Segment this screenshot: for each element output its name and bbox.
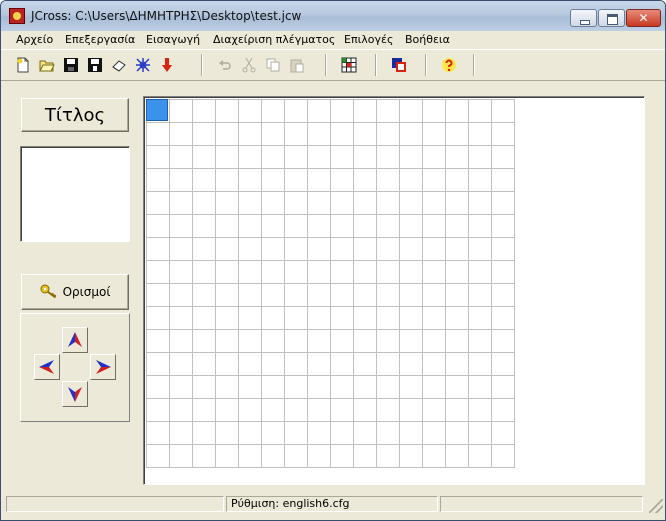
toolbar-separator bbox=[375, 54, 377, 76]
app-icon[interactable] bbox=[9, 8, 25, 24]
minimize-icon bbox=[571, 10, 596, 26]
toolbar-separator bbox=[425, 54, 427, 76]
status-pane-right bbox=[440, 496, 643, 512]
new-file-icon bbox=[17, 57, 29, 73]
menu-file[interactable]: Αρχείο bbox=[16, 33, 53, 46]
crossword-grid[interactable] bbox=[146, 99, 515, 468]
arrow-down-icon bbox=[68, 387, 82, 402]
toolbar-separator bbox=[201, 54, 203, 76]
left-panel: Τίτλος Ορισμοί bbox=[1, 81, 141, 491]
menu-help[interactable]: Βοήθεια bbox=[405, 33, 450, 46]
resize-grip[interactable] bbox=[649, 499, 663, 513]
copy-icon bbox=[266, 58, 280, 72]
cut-icon bbox=[242, 57, 256, 73]
undo-icon bbox=[219, 60, 231, 70]
toolbar-separator bbox=[325, 54, 327, 76]
arrow-right-icon bbox=[96, 360, 111, 374]
undo-button[interactable] bbox=[215, 55, 235, 75]
open-folder-icon bbox=[39, 60, 55, 72]
window-title: JCross: C:\Users\ΔΗΜΗΤΡΗΣ\Desktop\test.j… bbox=[31, 9, 302, 23]
key-icon bbox=[40, 284, 56, 299]
paste-button[interactable] bbox=[287, 55, 307, 75]
colors-button[interactable] bbox=[389, 55, 409, 75]
menu-edit[interactable]: Επεξεργασία bbox=[65, 33, 135, 46]
maximize-icon bbox=[599, 10, 624, 26]
open-button[interactable] bbox=[37, 55, 57, 75]
close-icon: ✕ bbox=[638, 11, 649, 25]
arrow-left-icon bbox=[39, 360, 54, 374]
close-button[interactable]: ✕ bbox=[626, 9, 661, 27]
clear-button[interactable] bbox=[109, 55, 129, 75]
web-export-button[interactable] bbox=[133, 55, 153, 75]
menu-insert[interactable]: Εισαγωγή bbox=[146, 33, 200, 46]
maximize-button[interactable] bbox=[598, 9, 625, 27]
save-button[interactable] bbox=[61, 55, 81, 75]
crossword-canvas[interactable] bbox=[143, 96, 645, 485]
grid-icon bbox=[341, 57, 357, 73]
status-pane-left bbox=[6, 496, 224, 512]
copy-button[interactable] bbox=[263, 55, 283, 75]
eraser-icon bbox=[112, 60, 126, 72]
app-window: JCross: C:\Users\ΔΗΜΗΤΡΗΣ\Desktop\test.j… bbox=[0, 0, 666, 521]
help-icon bbox=[442, 58, 456, 72]
title-bar[interactable]: JCross: C:\Users\ΔΗΜΗΤΡΗΣ\Desktop\test.j… bbox=[1, 1, 665, 32]
definitions-button[interactable]: Ορισμοί bbox=[21, 274, 129, 310]
title-button[interactable]: Τίτλος bbox=[21, 98, 129, 132]
arrow-left-button[interactable] bbox=[34, 354, 60, 380]
new-file-button[interactable] bbox=[13, 55, 33, 75]
menu-bar: Αρχείο Επεξεργασία Εισαγωγή Διαχείριση π… bbox=[1, 31, 665, 48]
arrow-down-button[interactable] bbox=[62, 381, 88, 407]
save-as-icon bbox=[88, 58, 102, 72]
navigation-arrows bbox=[20, 313, 130, 422]
grid-button[interactable] bbox=[339, 55, 359, 75]
menu-grid-management[interactable]: Διαχείριση πλέγματος bbox=[213, 33, 335, 46]
toolbar bbox=[1, 49, 665, 81]
status-config: Ρύθμιση: english6.cfg bbox=[226, 496, 438, 512]
help-button[interactable] bbox=[439, 55, 459, 75]
save-as-button[interactable] bbox=[85, 55, 105, 75]
arrow-up-icon bbox=[68, 332, 82, 347]
arrow-up-button[interactable] bbox=[62, 327, 88, 353]
toolbar-separator bbox=[473, 54, 475, 76]
web-export-icon bbox=[136, 58, 150, 72]
color-palette-icon bbox=[392, 58, 406, 72]
paste-icon bbox=[290, 59, 304, 73]
minimize-button[interactable] bbox=[570, 9, 597, 27]
download-button[interactable] bbox=[157, 55, 177, 75]
save-icon bbox=[64, 58, 78, 72]
download-arrow-icon bbox=[162, 58, 172, 72]
menu-options[interactable]: Επιλογές bbox=[344, 33, 393, 46]
definitions-button-label: Ορισμοί bbox=[62, 285, 111, 299]
arrow-right-button[interactable] bbox=[90, 354, 116, 380]
title-display bbox=[20, 146, 130, 242]
cut-button[interactable] bbox=[239, 55, 259, 75]
status-bar: Ρύθμιση: english6.cfg bbox=[1, 494, 665, 513]
selected-cell[interactable] bbox=[146, 99, 168, 121]
